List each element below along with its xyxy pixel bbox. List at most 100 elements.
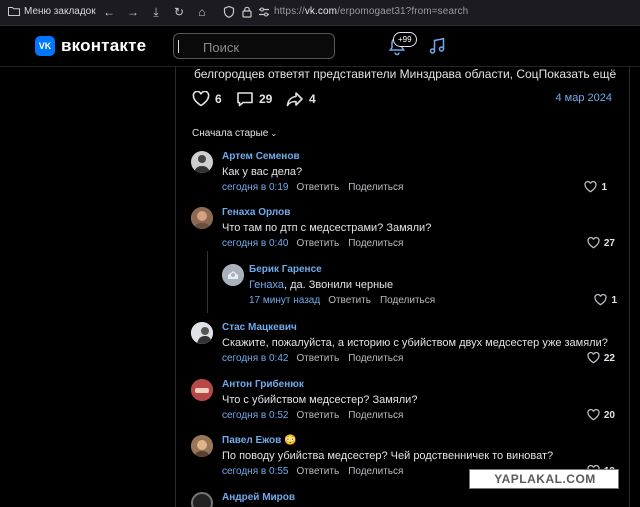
vk-logo[interactable]: VK — [35, 36, 55, 56]
avatar[interactable] — [222, 264, 244, 286]
comment-icon — [237, 92, 253, 107]
share-button[interactable]: 4 — [286, 89, 316, 109]
comment-time[interactable]: сегодня в 0:52 — [222, 410, 288, 421]
bookmarks-menu[interactable]: Меню закладок — [24, 6, 96, 17]
reply-button[interactable]: Ответить — [296, 466, 339, 477]
brand-name[interactable]: вконтакте — [61, 36, 146, 56]
search-placeholder: Поиск — [203, 40, 240, 55]
comment-time[interactable]: сегодня в 0:40 — [222, 238, 288, 249]
comment-author[interactable]: Антон Грибенюк — [222, 379, 304, 390]
heart-icon — [587, 352, 600, 364]
folder-icon — [8, 7, 20, 16]
download-icon[interactable]: ⤓ — [149, 5, 163, 19]
comment-text: Что там по дтп с медсестрами? Замяли? — [222, 222, 432, 234]
search-input[interactable]: Поиск — [173, 33, 335, 59]
share-button[interactable]: Поделиться — [348, 238, 403, 249]
comment-time[interactable]: сегодня в 0:19 — [222, 182, 288, 193]
comment-author[interactable]: Стас Мацкевич — [222, 322, 297, 333]
comment-text: Как у вас дела? — [222, 166, 303, 178]
comment-text: Генаха, да. Звонили черные — [249, 279, 393, 291]
share-button[interactable]: Поделиться — [348, 466, 403, 477]
post-actions: 6 29 4 4 мар 2024 — [192, 89, 622, 109]
comment-time[interactable]: сегодня в 0:42 — [222, 353, 288, 364]
url-host: vk.com — [304, 6, 338, 17]
browser-toolbar: Меню закладок ← → ⤓ ↻ ⌂ https://vk.com/e… — [0, 0, 640, 26]
sort-label: Сначала старые — [192, 128, 269, 139]
permissions-icon[interactable] — [257, 5, 271, 19]
share-button[interactable]: Поделиться — [348, 410, 403, 421]
comment-like-count: 22 — [603, 352, 615, 364]
comment-like-button[interactable]: 22 — [587, 352, 615, 364]
lock-icon[interactable] — [240, 5, 254, 19]
comment: Андрей Миров — [191, 492, 631, 507]
comment-like-button[interactable]: 1 — [584, 181, 607, 193]
share-button[interactable]: Поделиться — [348, 353, 403, 364]
avatar[interactable] — [191, 151, 213, 173]
comment-meta: сегодня в 0:42 Ответить Поделиться — [222, 353, 412, 364]
avatar[interactable] — [191, 492, 213, 507]
address-bar[interactable]: https://vk.com/erpomogaet31?from=search — [274, 6, 468, 17]
text-cursor — [178, 40, 179, 53]
shield-icon[interactable] — [222, 5, 236, 19]
post-date[interactable]: 4 мар 2024 — [556, 92, 613, 104]
post-text-tail: белгородцев ответят представители Минздр… — [194, 67, 539, 81]
home-icon[interactable]: ⌂ — [195, 5, 209, 19]
music-icon[interactable] — [428, 37, 446, 55]
comment-like-button[interactable]: 1 — [594, 294, 617, 306]
comment-like-count: 20 — [603, 409, 615, 421]
comment-author: Павел Ежов 😳 — [222, 435, 296, 446]
comment-meta: сегодня в 0:52 Ответить Поделиться — [222, 410, 412, 421]
heart-icon — [587, 409, 600, 421]
comment-like-count: 1 — [601, 181, 607, 193]
reload-icon[interactable]: ↻ — [172, 5, 186, 19]
heart-icon — [594, 294, 608, 306]
like-button[interactable]: 6 — [192, 89, 222, 109]
comment-meta: сегодня в 0:55 Ответить Поделиться — [222, 466, 412, 477]
comment-time[interactable]: сегодня в 0:55 — [222, 466, 288, 477]
avatar[interactable] — [191, 322, 213, 344]
share-button[interactable]: Поделиться — [348, 182, 403, 193]
comment-meta: 17 минут назад Ответить Поделиться — [249, 295, 444, 306]
like-count: 6 — [215, 92, 222, 106]
reply-button[interactable]: Ответить — [296, 182, 339, 193]
comment-like-button[interactable]: 20 — [587, 409, 615, 421]
flushed-emoji-icon: 😳 — [284, 435, 297, 446]
comment-text: Что с убийством медсестер? Замяли? — [222, 394, 418, 406]
comment-like-count: 27 — [603, 237, 615, 249]
heart-icon — [587, 237, 600, 249]
comment-button[interactable]: 29 — [236, 89, 272, 109]
post-text: белгородцев ответят представители Минздр… — [194, 67, 616, 81]
comment-author[interactable]: Артем Семенов — [222, 151, 300, 162]
comment-author[interactable]: Андрей Миров — [222, 492, 295, 503]
comment-author[interactable]: Генаха Орлов — [222, 207, 290, 218]
reply-button[interactable]: Ответить — [296, 410, 339, 421]
heart-icon — [192, 91, 210, 107]
comment-author[interactable]: Берик Гаренсе — [249, 264, 322, 275]
comment-text: По поводу убийства медсестер? Чей родств… — [222, 450, 554, 462]
url-path: /erpomogaet31?from=search — [337, 6, 469, 17]
reply-button[interactable]: Ответить — [328, 295, 371, 306]
reply-button[interactable]: Ответить — [296, 353, 339, 364]
comment-like-count: 1 — [611, 294, 617, 306]
comment-count: 29 — [259, 92, 273, 106]
comment-text: Скажите, пожалуйста, а историю с убийств… — [222, 337, 608, 349]
share-button[interactable]: Поделиться — [380, 295, 435, 306]
comment-time[interactable]: 17 минут назад — [249, 295, 320, 306]
notifications-badge: +99 — [393, 32, 417, 47]
forward-arrow-icon[interactable]: → — [126, 5, 140, 19]
mention-link[interactable]: Генаха — [249, 279, 284, 291]
avatar[interactable] — [191, 379, 213, 401]
comments-sort-dropdown[interactable]: Сначала старые ⌄ — [192, 128, 277, 139]
share-icon — [286, 92, 303, 107]
comment-author-name[interactable]: Павел Ежов — [222, 435, 281, 446]
avatar[interactable] — [191, 435, 213, 457]
watermark-text: YAPLAKAL.COM — [494, 472, 596, 486]
reply-text: , да. Звонили черные — [284, 279, 394, 291]
vk-header: VK вконтакте Поиск +99 — [0, 27, 640, 67]
reply-button[interactable]: Ответить — [296, 238, 339, 249]
show-more-link[interactable]: Показать ещё — [539, 67, 617, 81]
back-arrow-icon[interactable]: ← — [102, 5, 116, 19]
comment-like-button[interactable]: 27 — [587, 237, 615, 249]
avatar[interactable] — [191, 207, 213, 229]
comment-meta: сегодня в 0:19 Ответить Поделиться — [222, 182, 412, 193]
